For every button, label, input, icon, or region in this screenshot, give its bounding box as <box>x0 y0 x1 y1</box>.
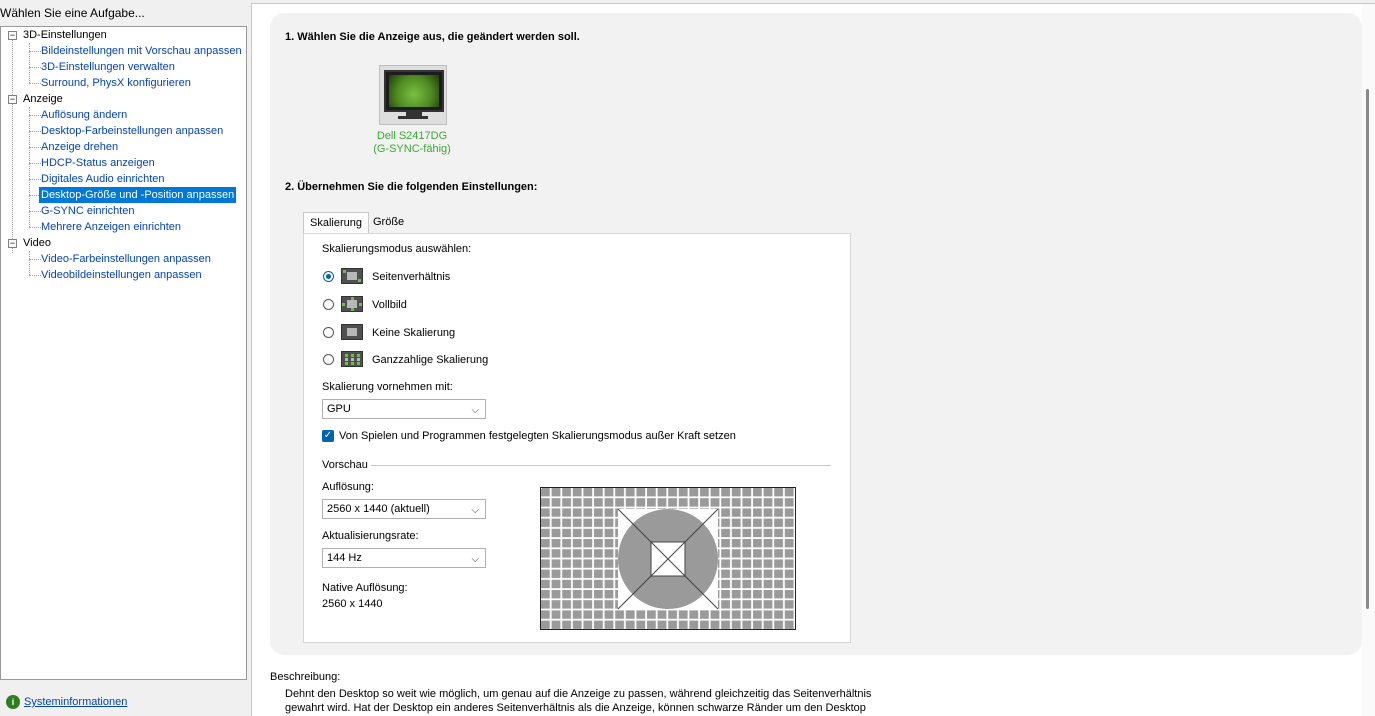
section-1-title: 1. Wählen Sie die Anzeige aus, die geänd… <box>285 31 580 43</box>
tree-item-videobild[interactable]: Videobildeinstellungen anpassen <box>39 267 204 283</box>
tree-line <box>29 107 30 227</box>
integer-scaling-icon <box>341 351 363 367</box>
monitor-name-line2: (G-SYNC-fähig) <box>373 143 451 155</box>
chevron-down-icon: ⌵ <box>471 554 479 565</box>
override-label[interactable]: Von Spielen und Programmen festgelegten … <box>339 430 736 442</box>
aspect-ratio-icon <box>341 268 363 284</box>
scrollbar-thumb[interactable] <box>1366 89 1369 609</box>
mode-label-ganzzahlige-skalierung[interactable]: Ganzzahlige Skalierung <box>372 354 488 366</box>
radio-ganzzahlige-skalierung[interactable] <box>323 354 334 365</box>
description-label: Beschreibung: <box>270 671 341 683</box>
tree-line <box>29 43 30 83</box>
refresh-value: 144 Hz <box>327 552 362 564</box>
tree-item-bildeinstellungen[interactable]: Bildeinstellungen mit Vorschau anpassen <box>39 43 244 59</box>
resolution-select[interactable]: 2560 x 1440 (aktuell) ⌵ <box>322 499 486 519</box>
tree-item-hdcp[interactable]: HDCP-Status anzeigen <box>39 155 157 171</box>
mode-label-seitenverhaeltnis[interactable]: Seitenverhältnis <box>372 271 450 283</box>
scrollbar-track[interactable] <box>1362 4 1375 716</box>
refresh-label: Aktualisierungsrate: <box>322 530 419 542</box>
native-resolution-label: Native Auflösung: <box>322 582 408 594</box>
monitor-name[interactable]: Dell S2417DG (G-SYNC-fähig) <box>360 130 464 156</box>
tree-item-desktop-groesse[interactable]: Desktop-Größe und -Position anpassen <box>39 187 237 203</box>
preview-divider <box>371 465 831 466</box>
monitor-base <box>398 116 428 119</box>
perform-scaling-label: Skalierung vornehmen mit: <box>322 381 453 393</box>
tab-groesse[interactable]: Größe <box>367 212 410 232</box>
perform-scaling-value: GPU <box>327 403 351 415</box>
tree-line <box>29 251 30 275</box>
mode-label-keine-skalierung[interactable]: Keine Skalierung <box>372 327 455 339</box>
radio-keine-skalierung[interactable] <box>323 327 334 338</box>
tree-node-3d[interactable]: 3D-Einstellungen <box>23 27 107 43</box>
tree-item-gsync[interactable]: G-SYNC einrichten <box>39 203 137 219</box>
section-2-title: 2. Übernehmen Sie die folgenden Einstell… <box>285 181 538 193</box>
override-checkbox[interactable]: ✓ <box>322 430 334 442</box>
systeminformationen-link[interactable]: Systeminformationen <box>24 696 127 708</box>
radio-vollbild[interactable] <box>323 299 334 310</box>
mode-label-vollbild[interactable]: Vollbild <box>372 299 407 311</box>
resolution-label: Auflösung: <box>322 481 374 493</box>
tree-node-anzeige[interactable]: Anzeige <box>23 91 63 107</box>
tree-item-video-farbe[interactable]: Video-Farbeinstellungen anpassen <box>39 251 213 267</box>
tree-item-anzeige-drehen[interactable]: Anzeige drehen <box>39 139 120 155</box>
tree-item-digital-audio[interactable]: Digitales Audio einrichten <box>39 171 167 187</box>
collapse-icon[interactable]: − <box>8 95 17 104</box>
resolution-value: 2560 x 1440 (aktuell) <box>327 503 430 515</box>
tree-item-aufloesung[interactable]: Auflösung ändern <box>39 107 129 123</box>
task-header: Wählen Sie eine Aufgabe... <box>0 6 145 20</box>
tab-skalierung[interactable]: Skalierung <box>303 212 369 234</box>
info-icon[interactable]: i <box>6 695 20 709</box>
main-panel: 1. Wählen Sie die Anzeige aus, die geänd… <box>251 3 1375 716</box>
fullscreen-icon <box>341 296 363 312</box>
tree-item-desktop-farbe[interactable]: Desktop-Farbeinstellungen anpassen <box>39 123 225 139</box>
monitor-icon <box>384 70 444 112</box>
sysinfo-link-row[interactable]: i Systeminformationen <box>6 695 127 709</box>
chevron-down-icon: ⌵ <box>471 505 479 516</box>
tree-node-video[interactable]: Video <box>23 235 51 251</box>
tree-line <box>12 39 13 253</box>
task-panel: Wählen Sie eine Aufgabe... − 3D-Einstell… <box>0 0 251 715</box>
preview-group-label: Vorschau <box>322 459 368 471</box>
nvidia-logo-icon <box>389 75 439 107</box>
tree-item-3d-verwalten[interactable]: 3D-Einstellungen verwalten <box>39 59 177 75</box>
collapse-icon[interactable]: − <box>8 239 17 248</box>
scaling-preview <box>540 487 796 630</box>
tree-item-surround[interactable]: Surround, PhysX konfigurieren <box>39 75 193 91</box>
monitor-selector[interactable] <box>379 65 447 125</box>
perform-scaling-select[interactable]: GPU ⌵ <box>322 399 486 419</box>
tab-panel-skalierung: Skalierungsmodus auswählen: Seitenverhäl… <box>303 233 851 643</box>
description-text: Dehnt den Desktop so weit wie möglich, u… <box>285 688 872 714</box>
task-tree[interactable]: − 3D-Einstellungen Bildeinstellungen mit… <box>0 26 247 680</box>
radio-seitenverhaeltnis[interactable] <box>323 271 334 282</box>
monitor-name-line1: Dell S2417DG <box>376 130 448 142</box>
native-resolution-value: 2560 x 1440 <box>322 598 383 610</box>
settings-card: 1. Wählen Sie die Anzeige aus, die geänd… <box>270 13 1362 655</box>
chevron-down-icon: ⌵ <box>471 405 479 416</box>
tree-item-mehrere-anzeigen[interactable]: Mehrere Anzeigen einrichten <box>39 219 183 235</box>
collapse-icon[interactable]: − <box>8 31 17 40</box>
refresh-select[interactable]: 144 Hz ⌵ <box>322 548 486 568</box>
scaling-mode-label: Skalierungsmodus auswählen: <box>322 243 472 255</box>
no-scaling-icon <box>341 324 363 340</box>
